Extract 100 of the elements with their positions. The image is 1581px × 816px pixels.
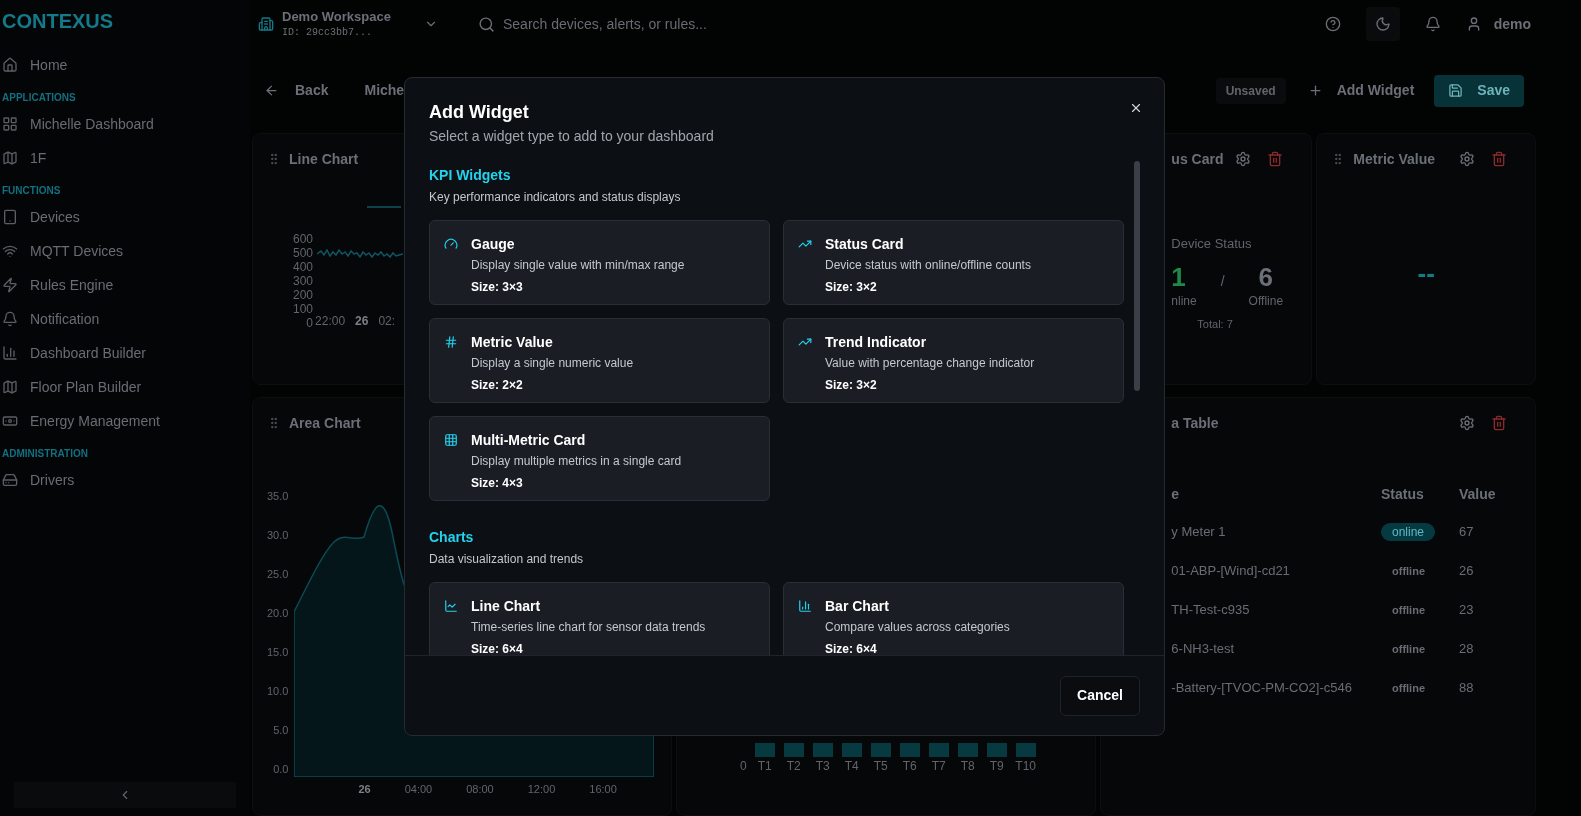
workspace-selector[interactable]: Demo Workspace ID: 29cc3bb7... [258,8,438,40]
widget-type-card[interactable]: Metric Value Display a single numeric value Size: 2×2 [429,318,770,403]
table-cell-text: 28 [1459,639,1475,658]
sidebar-item[interactable]: MQTT Devices [0,234,250,268]
axis-label: T5 [873,758,888,775]
add-widget-button[interactable]: Add Widget [1307,80,1415,101]
save-icon [1448,83,1464,98]
lightning-icon [2,277,18,293]
status-badge: online [1381,522,1436,541]
dashboard-name: Miche [364,81,405,100]
axis-label: T10 [1015,758,1036,775]
theme-toggle-button[interactable] [1365,7,1400,41]
search-field[interactable]: Search devices, alerts, or rules... [503,13,883,35]
gauge-icon [444,237,458,251]
workspace-id: ID: 29cc3bb7... [282,25,373,40]
section-label: APPLICATIONS [1,91,77,105]
widget-type-card[interactable]: Trend Indicator Value with percentage change indicator Size: 3×2 [783,318,1124,403]
axis-label: T1 [757,758,772,775]
bar [957,743,978,757]
section-title: KPI Widgets [429,166,512,185]
sidebar-item[interactable]: 1F [0,141,250,175]
search-icon [478,15,495,33]
axis-label: 02: [378,313,396,330]
status-label: offline [1391,641,1426,657]
axis-label: 5.0 [273,723,289,739]
sidebar-item[interactable]: Energy Management [0,404,250,438]
bar [754,743,775,757]
widget-title: Line Chart [289,149,359,169]
settings-icon[interactable] [1235,151,1252,167]
axis-label: 500 [293,246,314,260]
axis-label: 15.0 [267,645,289,661]
widget-type-description: Value with percentage change indicator [825,355,1035,372]
widget-type-card[interactable]: Gauge Display single value with min/max range Size: 3×3 [429,220,770,305]
line-chart-icon [444,599,458,613]
widget-title: Area Chart [289,413,361,433]
widget-type-size: Size: 6×4 [471,641,524,655]
widget-type-card[interactable]: Bar Chart Compare values across categories Size: 6×4 [783,582,1124,655]
trash-icon[interactable] [1267,151,1284,167]
drive-icon [2,472,18,488]
status-label: Device Status [1171,235,1253,253]
user-menu[interactable]: demo [1465,13,1531,35]
sidebar-item[interactable]: Floor Plan Builder [0,370,250,404]
sidebar-item[interactable]: Dashboard Builder [0,336,250,370]
widget-type-description: Display single value with min/max range [471,257,685,274]
table-cell-text: 6-NH3-test [1171,639,1236,658]
sidebar-item[interactable]: Rules Engine [0,268,250,302]
table-cell-text: y Meter 1 [1171,522,1227,541]
hash-icon [444,335,458,349]
sidebar-item[interactable]: Michelle Dashboard [0,107,250,141]
widget-type-name: Metric Value [471,333,554,351]
axis-label: T3 [815,758,830,775]
sidebar-item[interactable]: Drivers [0,463,250,497]
widget-type-size: Size: 6×4 [825,641,878,655]
offline-label: Offline [1248,292,1284,310]
axis-label: 12:00 [527,782,556,797]
widget-type-description: Display multiple metrics in a single card [471,453,682,470]
axis-label: 04:00 [404,782,433,797]
table-cell-text: -Battery-[TVOC-PM-CO2]-c546 [1171,678,1353,697]
moon-icon [1374,16,1391,32]
map-icon [2,150,18,166]
bar [928,743,949,757]
widget-type-name: Status Card [825,235,905,253]
help-icon [1324,16,1341,32]
widget-type-card[interactable]: Status Card Device status with online/offline counts Size: 3×2 [783,220,1124,305]
status-label: offline [1391,602,1426,618]
widget-title: us Card [1171,149,1224,169]
bar-chart-icon [2,345,18,361]
bar [812,743,833,757]
axis-label: 08:00 [466,782,494,797]
axis-label: T8 [960,758,975,775]
save-button[interactable]: Save [1434,74,1524,107]
widget-type-size: Size: 3×2 [825,377,878,394]
trash-icon[interactable] [1491,415,1507,431]
sidebar-item[interactable]: Notification [0,302,250,336]
widget-type-name: Multi-Metric Card [471,431,587,449]
column-header: Value [1459,484,1497,504]
grid-icon [2,116,18,132]
axis-label: 25.0 [267,567,289,583]
close-icon [1129,101,1143,115]
table-cell-text: 01-ABP-[Wind]-cd21 [1171,561,1291,580]
widget-type-card[interactable]: Multi-Metric Card Display multiple metrics in a single card Size: 4×3 [429,416,770,501]
trash-icon[interactable] [1491,151,1507,167]
back-button[interactable]: Back [264,80,329,101]
home-icon [2,57,18,73]
axis-label: T7 [931,758,946,775]
banknote-icon [2,413,18,429]
section-label: ADMINISTRATION [1,447,89,461]
widget-type-size: Size: 4×3 [471,475,524,492]
bar [1015,743,1036,757]
cancel-button[interactable]: Cancel [1060,675,1140,716]
settings-icon[interactable] [1459,151,1475,167]
widget-type-card[interactable]: Line Chart Time-series line chart for sensor data trends Size: 6×4 [429,582,770,655]
settings-icon[interactable] [1459,415,1475,431]
axis-label: 600 [293,232,314,246]
axis-label: T2 [786,758,801,775]
sidebar-item[interactable]: Home [0,48,250,82]
bar [899,743,920,757]
sidebar-item[interactable]: Devices [0,200,250,234]
widget-type-name: Gauge [471,235,516,253]
axis-label: 300 [293,274,314,288]
